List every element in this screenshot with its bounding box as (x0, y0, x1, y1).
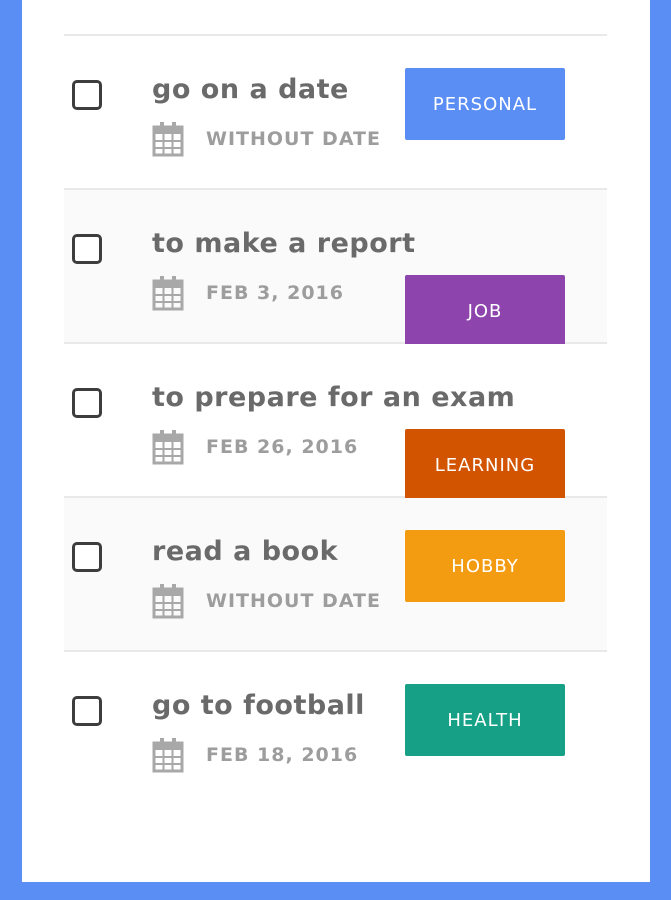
todo-checkbox[interactable] (72, 80, 102, 110)
todo-date: WITHOUT DATE (152, 121, 381, 157)
todo-date: WITHOUT DATE (152, 583, 381, 619)
todo-item: read a book WITHOUT DATE HOBBY (64, 498, 607, 652)
todo-checkbox[interactable] (72, 542, 102, 572)
todo-date: FEB 18, 2016 (152, 737, 358, 773)
todo-checkbox[interactable] (72, 696, 102, 726)
todo-checkbox[interactable] (72, 388, 102, 418)
todo-date: FEB 3, 2016 (152, 275, 344, 311)
tag-personal[interactable]: PERSONAL (405, 68, 565, 140)
todo-item: to make a report FEB 3, 2016 JOB (64, 190, 607, 347)
tag-job[interactable]: JOB (405, 275, 565, 347)
todo-date-text: FEB 3, 2016 (206, 282, 344, 304)
todo-date-text: WITHOUT DATE (206, 590, 381, 612)
todo-date-text: FEB 18, 2016 (206, 744, 359, 766)
calendar-icon (152, 738, 184, 773)
todo-date-text: WITHOUT DATE (206, 128, 381, 150)
todo-item: go to football FEB 18, 2016 HEALTH (64, 652, 607, 804)
tag-health[interactable]: HEALTH (405, 684, 565, 756)
todo-title: to make a report (152, 228, 416, 259)
tag-learning[interactable]: LEARNING (405, 429, 565, 501)
todo-checkbox[interactable] (72, 234, 102, 264)
calendar-icon (152, 430, 184, 465)
calendar-icon (152, 584, 184, 619)
todo-title: go on a date (152, 74, 349, 105)
todo-title: read a book (152, 536, 339, 567)
todo-title: go to football (152, 690, 365, 721)
todo-date-text: FEB 26, 2016 (206, 436, 359, 458)
todo-date: FEB 26, 2016 (152, 429, 358, 465)
todo-item: to prepare for an exam FEB 26, 2016 LEAR… (64, 344, 607, 501)
todo-list: go on a date WITHOUT DATE PERSONAL to ma… (64, 34, 607, 804)
todo-item: go on a date WITHOUT DATE PERSONAL (64, 36, 607, 190)
tag-hobby[interactable]: HOBBY (405, 530, 565, 602)
calendar-icon (152, 122, 184, 157)
todo-title: to prepare for an exam (152, 382, 516, 413)
calendar-icon (152, 276, 184, 311)
